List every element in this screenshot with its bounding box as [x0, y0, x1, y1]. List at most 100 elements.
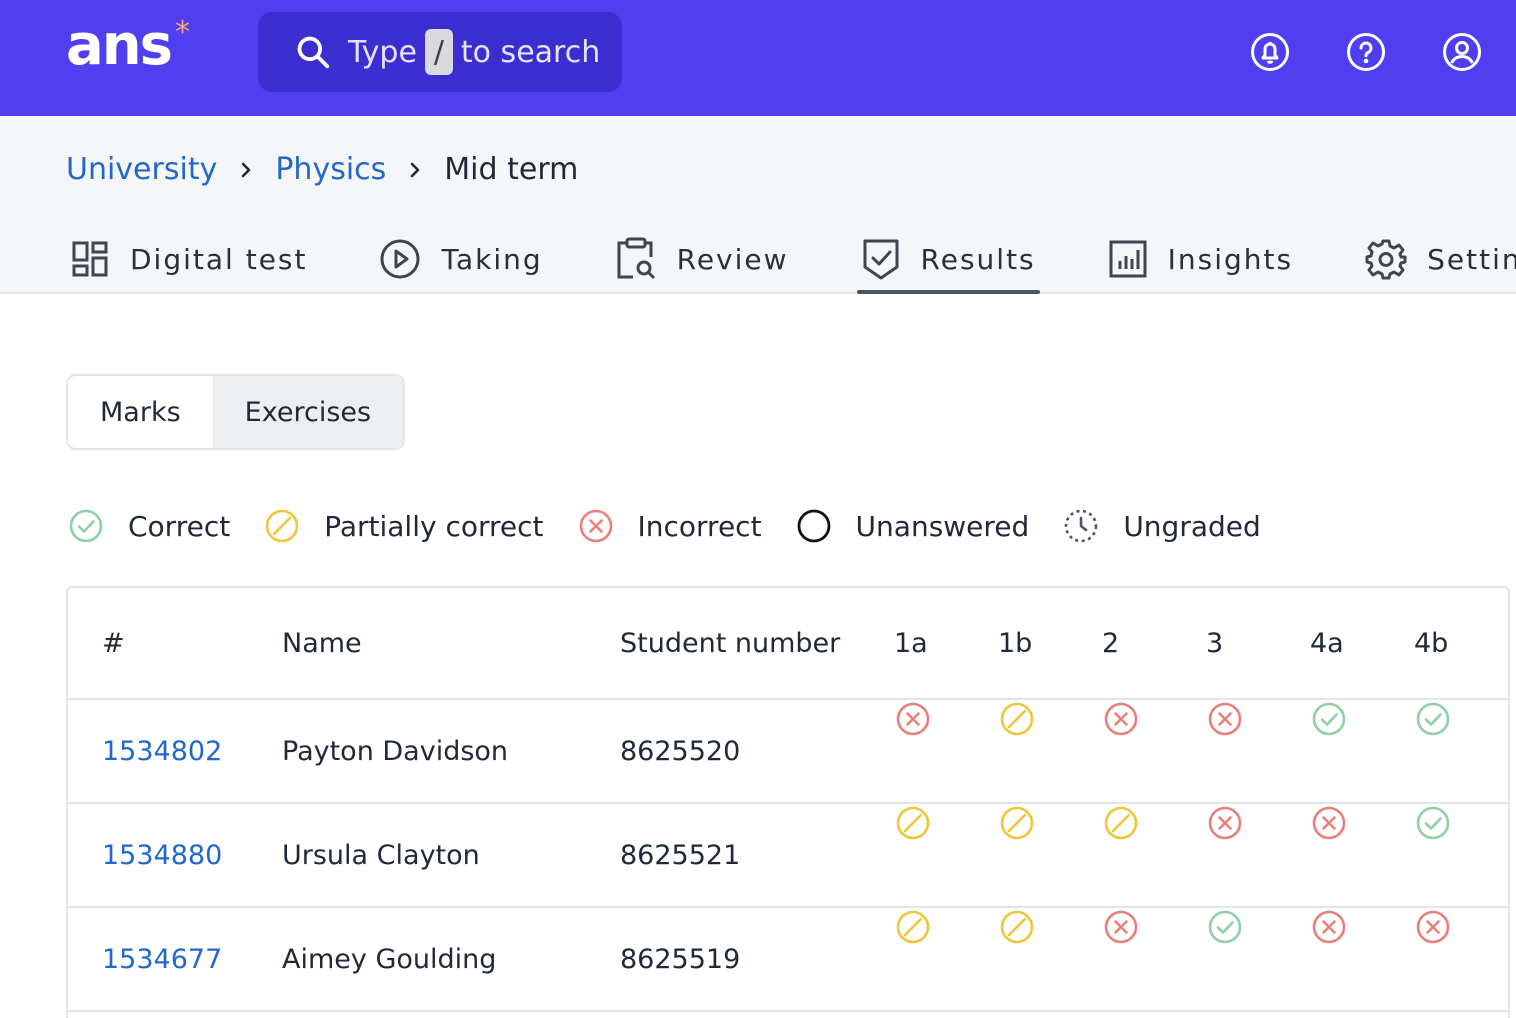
x-circle-icon	[1312, 910, 1346, 944]
search-shortcut-key: /	[424, 29, 453, 75]
x-circle-icon	[1208, 702, 1242, 736]
grid-icon	[72, 241, 108, 277]
tab-settings[interactable]: Settings	[1361, 226, 1516, 292]
table-header-row: # Name Student number 1a 1b 2 3 4a 4b	[68, 588, 1508, 700]
student-name: Payton Davidson	[282, 735, 509, 767]
help-button[interactable]	[1346, 30, 1386, 74]
notifications-button[interactable]	[1250, 30, 1290, 74]
gear-icon	[1365, 239, 1407, 280]
result-4b[interactable]	[1414, 700, 1452, 738]
account-button[interactable]	[1442, 30, 1482, 74]
tab-results[interactable]: Results	[856, 226, 1040, 294]
marks-toggle-button[interactable]: Marks	[68, 376, 213, 448]
submission-id-link[interactable]: 1534677	[102, 908, 222, 1010]
x-circle-icon	[1104, 702, 1138, 736]
partial-circle-icon	[1000, 702, 1034, 736]
result-2[interactable]	[1102, 908, 1140, 946]
tab-label: Taking	[441, 242, 543, 276]
logo[interactable]: ans *	[66, 16, 190, 76]
student-number: 8625521	[620, 839, 741, 871]
top-icons	[1250, 30, 1482, 74]
legend-unanswered: Unanswered	[796, 508, 1030, 544]
result-4a[interactable]	[1310, 804, 1348, 842]
result-3[interactable]	[1206, 700, 1244, 738]
tab-taking[interactable]: Taking	[375, 226, 546, 292]
search-placeholder: Type / to search	[348, 29, 600, 75]
table-row[interactable]: 1534802 Payton Davidson 8625520	[68, 700, 1508, 804]
column-header-2: 2	[1102, 627, 1120, 659]
x-circle-icon	[578, 508, 626, 544]
x-circle-icon	[1312, 806, 1346, 840]
result-2[interactable]	[1102, 700, 1140, 738]
legend-label: Unanswered	[855, 509, 1030, 543]
student-number: 8625520	[620, 735, 741, 767]
legend-correct: Correct	[68, 508, 230, 544]
legend-label: Correct	[128, 509, 231, 543]
result-4a[interactable]	[1310, 700, 1348, 738]
exercises-toggle-button[interactable]: Exercises	[212, 376, 404, 448]
search-icon	[297, 36, 330, 69]
result-1b[interactable]	[998, 804, 1036, 842]
x-circle-icon	[896, 702, 930, 736]
column-header-number: #	[102, 627, 125, 659]
breadcrumb: University Physics Mid term	[66, 152, 578, 187]
shield-check-icon	[863, 239, 899, 280]
result-1b[interactable]	[998, 908, 1036, 946]
table-row[interactable]: 1534677 Aimey Goulding 8625519	[68, 908, 1508, 1012]
student-name: Aimey Goulding	[282, 943, 497, 975]
view-toggle: Marks Exercises	[66, 374, 406, 450]
result-4b[interactable]	[1414, 908, 1452, 946]
column-header-3: 3	[1206, 627, 1224, 659]
tab-label: Insights	[1167, 242, 1294, 276]
x-circle-icon	[1416, 910, 1450, 944]
search-prefix: Type	[348, 34, 417, 70]
result-1a[interactable]	[894, 908, 932, 946]
column-header-name: Name	[282, 627, 362, 659]
bar-chart-icon	[1109, 240, 1147, 278]
tab-insights[interactable]: Insights	[1104, 226, 1297, 292]
clock-dashed-icon	[1063, 508, 1111, 544]
breadcrumb-university[interactable]: University	[66, 152, 217, 187]
logo-mark: *	[175, 15, 190, 50]
result-3[interactable]	[1206, 804, 1244, 842]
partial-circle-icon	[264, 508, 312, 544]
column-header-1b: 1b	[998, 627, 1033, 659]
clipboard-search-icon	[617, 237, 655, 280]
partial-circle-icon	[1000, 910, 1034, 944]
submission-id-link[interactable]: 1534802	[102, 700, 222, 802]
chevron-right-icon	[239, 160, 253, 180]
partial-circle-icon	[1104, 806, 1138, 840]
result-2[interactable]	[1102, 804, 1140, 842]
check-circle-icon	[1416, 702, 1450, 736]
breadcrumb-physics[interactable]: Physics	[275, 152, 386, 187]
result-3[interactable]	[1206, 908, 1244, 946]
search-box[interactable]: Type / to search	[258, 12, 622, 92]
x-circle-icon	[1104, 910, 1138, 944]
legend-incorrect: Incorrect	[578, 508, 762, 544]
result-4b[interactable]	[1414, 804, 1452, 842]
tab-label: Settings	[1427, 242, 1516, 276]
partial-circle-icon	[896, 910, 930, 944]
result-1b[interactable]	[998, 700, 1036, 738]
result-4a[interactable]	[1310, 908, 1348, 946]
submission-id-link[interactable]: 1534880	[102, 804, 222, 906]
help-icon	[1347, 33, 1385, 71]
legend-label: Partially correct	[324, 509, 544, 543]
check-circle-icon	[1208, 910, 1242, 944]
result-1a[interactable]	[894, 804, 932, 842]
tab-label: Digital test	[130, 242, 308, 276]
tab-digital-test[interactable]: Digital test	[66, 226, 311, 292]
play-circle-icon	[380, 239, 420, 279]
result-1a[interactable]	[894, 700, 932, 738]
tab-label: Review	[676, 242, 789, 276]
tab-review[interactable]: Review	[611, 226, 793, 292]
table-row[interactable]: 1534880 Ursula Clayton 8625521	[68, 804, 1508, 908]
column-header-4a: 4a	[1310, 627, 1344, 659]
check-circle-icon	[1416, 806, 1450, 840]
breadcrumb-current: Mid term	[444, 152, 579, 187]
logo-text: ans	[66, 13, 173, 78]
bell-icon	[1251, 33, 1289, 71]
legend-partial: Partially correct	[264, 508, 544, 544]
x-circle-icon	[1208, 806, 1242, 840]
tab-label: Results	[920, 242, 1036, 276]
